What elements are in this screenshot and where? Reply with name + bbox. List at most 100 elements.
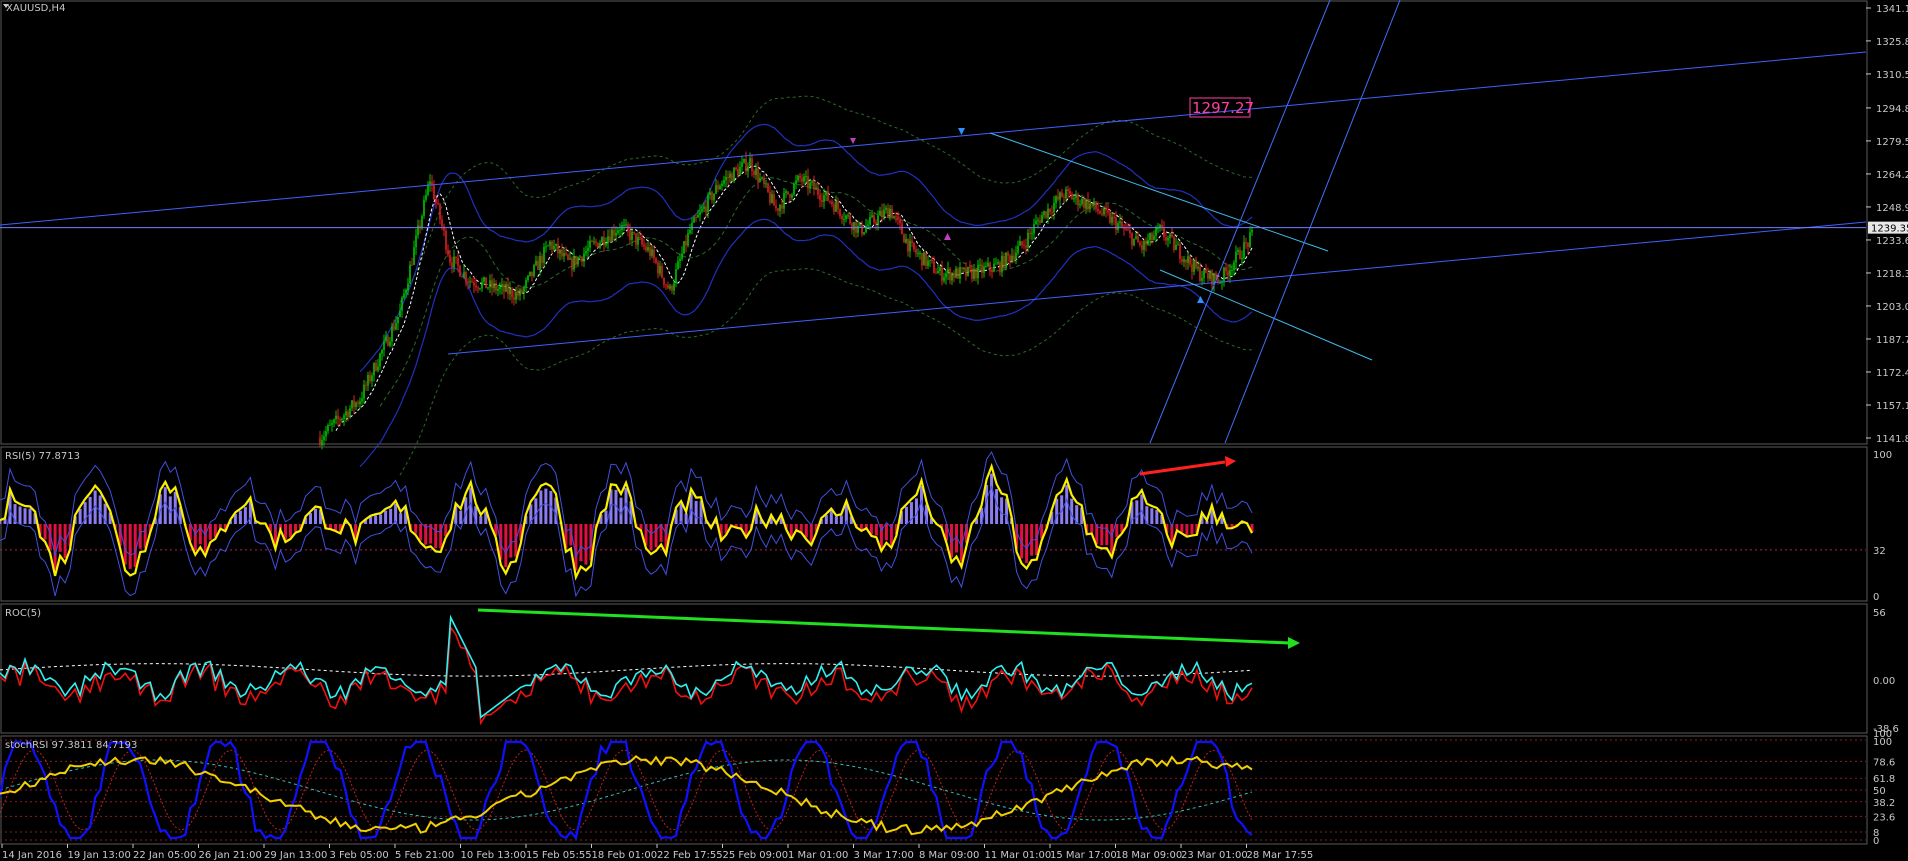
candle-body [1017,245,1019,253]
candle-body [1141,244,1143,250]
candle-body [1169,234,1171,238]
candle-body [1091,203,1093,206]
candle-body [477,287,479,289]
rsi-histogram-bar [243,507,247,524]
candle-body [575,256,577,265]
candle-body [1021,241,1023,245]
candle-body [607,236,609,244]
candle-body [1235,251,1237,263]
price-tick-label: 1279.54 [1876,137,1908,148]
price-tick-label: 1325.89 [1876,37,1908,48]
candle-body [441,219,443,227]
candle-body [365,384,367,386]
candle-body [883,209,885,218]
candle-body [1101,213,1103,215]
rsi-histogram-bar [314,508,318,524]
candle-body [435,199,437,203]
candle-body [595,241,597,243]
candle-body [765,183,767,185]
candle-body [915,249,917,254]
candle-body [413,247,415,265]
candle-body [1041,215,1043,223]
rsi-histogram-bar [163,487,167,524]
candle-body [889,208,891,218]
candle-body [893,216,895,219]
price-tick-label: 1203.04 [1876,302,1908,313]
candle-body [995,263,997,265]
candle-body [773,194,775,206]
candle-body [515,292,517,300]
candle-body [1239,249,1241,259]
candle-body [789,194,791,198]
candle-body [1099,211,1101,214]
candle-body [677,261,679,269]
candle-body [501,284,503,288]
candle-body [363,384,365,399]
candle-body [577,257,579,265]
candle-body [1163,227,1165,238]
candle-body [759,177,761,182]
candle-body [1155,228,1157,236]
candle-body [853,222,855,230]
candle-body [711,192,713,201]
rsi-histogram-bar [649,524,653,551]
candle-body [791,194,793,198]
candle-body [993,263,995,272]
candle-body [851,223,853,230]
candle-body [611,229,613,241]
candle-body [523,287,525,293]
candle-body [1063,197,1065,199]
rsi-histogram-bar [684,513,688,524]
rsi-histogram-bar [504,524,508,568]
roc-title: ROC(5) [5,608,41,619]
candle-body [351,400,353,409]
candle-body [981,264,983,273]
candle-body [1103,207,1105,215]
candle-body [1179,244,1181,260]
candle-body [747,166,749,172]
candle-body [459,265,461,277]
candle-body [1173,236,1175,250]
candle-body [429,181,431,185]
candle-body [461,276,463,278]
time-tick-label: 22 Feb 17:55 [657,850,723,861]
candle-body [831,201,833,205]
candle-body [1085,199,1087,208]
candle-body [743,158,745,163]
candle-body [671,285,673,291]
time-tick-label: 3 Feb 05:00 [330,850,389,861]
candle-body [323,436,325,441]
candle-body [1033,224,1035,234]
candle-body [525,280,527,288]
trading-chart[interactable]: 1341.15 1325.89 1310.59 1294.84 1279.54 1264.… [0,0,1908,861]
rsi-histogram-bar [288,524,292,538]
candle-body [947,268,949,274]
candle-body [1197,267,1199,269]
candle-body [961,267,963,269]
candle-body [661,265,663,278]
candle-body [1001,255,1003,273]
stoch-tick-label: 61.8 [1873,774,1895,785]
rsi-histogram-bar [834,516,838,524]
candle-body [1247,242,1249,247]
rsi-histogram-bar [0,520,2,524]
candle-body [527,275,529,281]
time-tick-label: 1 Mar 01:00 [788,850,848,861]
rsi-histogram-bar [990,473,994,524]
candle-body [645,246,647,251]
candle-body [439,203,441,220]
rsi-histogram-bar [379,514,383,524]
candle-body [325,431,327,437]
rsi-tick-label: 100 [1873,450,1892,461]
time-tick-label: 18 Mar 09:00 [1116,850,1183,861]
candle-body [1117,223,1119,230]
candle-body [881,210,883,218]
rsi-histogram-bar [794,524,798,530]
candle-body [679,258,681,262]
candle-body [509,288,511,295]
rsi-histogram-bar [804,524,808,538]
candle-body [869,217,871,225]
price-tick-label: 1141.84 [1876,434,1908,445]
candle-body [409,264,411,284]
candle-body [583,253,585,262]
